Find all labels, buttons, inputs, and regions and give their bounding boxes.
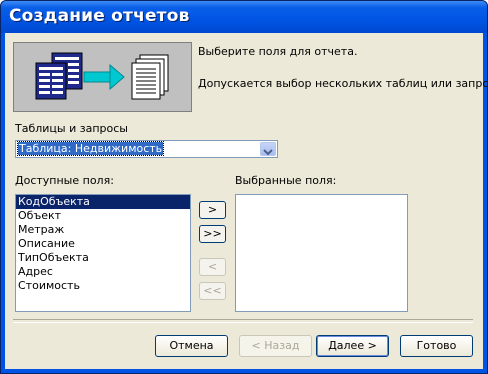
cancel-button[interactable]: Отмена (155, 335, 228, 357)
list-item[interactable]: ТипОбъекта (16, 251, 190, 265)
prompt-text: Выберите поля для отчета. (198, 45, 358, 58)
hint-text: Допускается выбор нескольких таблиц или … (198, 77, 488, 90)
list-item[interactable]: Стоимость (16, 279, 190, 293)
report-wizard-window: Создание отчетов Выберите поля для отчет… (0, 0, 488, 374)
selected-fields-list[interactable] (235, 194, 408, 312)
list-item[interactable]: Описание (16, 237, 190, 251)
title-bar[interactable]: Создание отчетов (1, 1, 487, 33)
next-button[interactable]: Далее > (316, 335, 389, 357)
tables-to-report-icon (35, 52, 169, 100)
window-title: Создание отчетов (9, 6, 190, 26)
add-field-button[interactable]: > (199, 201, 226, 219)
remove-field-button[interactable]: < (199, 258, 226, 276)
source-label: Таблицы и запросы (15, 122, 128, 135)
available-fields-list[interactable]: КодОбъекта Объект Метраж Описание ТипОбъ… (15, 194, 191, 312)
list-item[interactable]: КодОбъекта (16, 195, 190, 209)
dialog-body: Выберите поля для отчета. Допускается вы… (5, 33, 487, 369)
available-label: Доступные поля: (15, 174, 114, 187)
source-combobox[interactable]: Таблица: Недвижимость (15, 140, 278, 158)
remove-all-fields-button[interactable]: << (199, 282, 226, 300)
source-value: Таблица: Недвижимость (16, 141, 261, 156)
add-all-fields-button[interactable]: >> (199, 225, 226, 243)
list-item[interactable]: Объект (16, 209, 190, 223)
back-button[interactable]: < Назад (239, 335, 312, 357)
list-item[interactable]: Адрес (16, 265, 190, 279)
dropdown-button[interactable] (260, 142, 276, 156)
wizard-banner (13, 42, 192, 112)
finish-button[interactable]: Готово (400, 335, 473, 357)
list-item[interactable]: Метраж (16, 223, 190, 237)
chosen-label: Выбранные поля: (235, 174, 337, 187)
chevron-down-icon (263, 149, 273, 156)
footer-divider (13, 319, 473, 323)
